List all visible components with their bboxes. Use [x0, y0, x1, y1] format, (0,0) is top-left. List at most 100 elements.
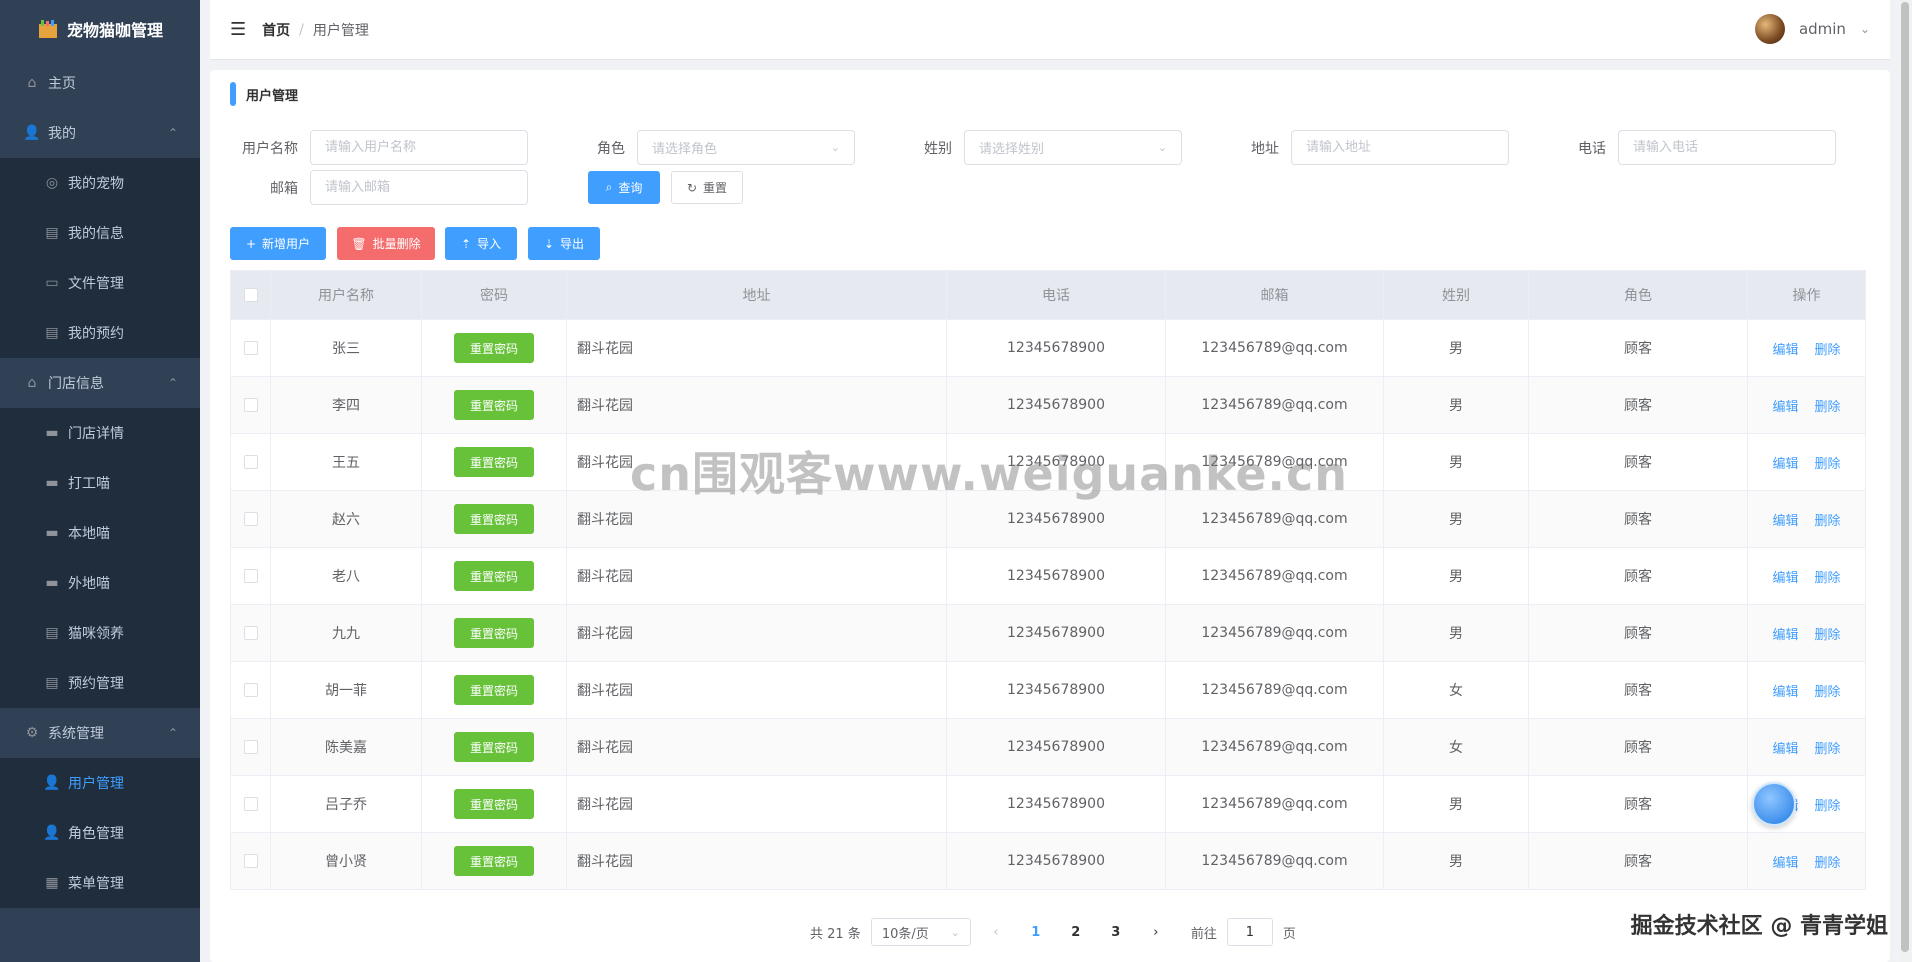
reset-password-button[interactable]: 重置密码	[454, 732, 534, 762]
delete-link[interactable]: 删除	[1815, 852, 1841, 871]
search-gender-select[interactable]: 请选择姓别 ⌄	[964, 130, 1182, 165]
edit-link[interactable]: 编辑	[1772, 339, 1798, 358]
sidebar-item-7[interactable]: ▬ 门店详情	[0, 408, 200, 458]
row-select-cell[interactable]	[231, 719, 271, 775]
reset-password-button[interactable]: 重置密码	[454, 390, 534, 420]
sidebar-item-9[interactable]: ▬ 本地喵	[0, 508, 200, 558]
reset-password-button[interactable]: 重置密码	[454, 675, 534, 705]
header-select-all[interactable]	[231, 271, 271, 319]
import-button[interactable]: ⇡ 导入	[445, 227, 517, 260]
edit-link[interactable]: 编辑	[1772, 396, 1798, 415]
row-select-cell[interactable]	[231, 662, 271, 718]
batch-delete-button[interactable]: 🗑 批量删除	[337, 227, 435, 260]
sidebar-item-4[interactable]: ▭ 文件管理	[0, 258, 200, 308]
sidebar-item-14[interactable]: 👤 用户管理	[0, 758, 200, 808]
edit-link[interactable]: 编辑	[1772, 453, 1798, 472]
delete-link[interactable]: 删除	[1815, 510, 1841, 529]
chevron-down-icon[interactable]: ⌄	[1860, 22, 1870, 36]
username[interactable]: admin	[1799, 20, 1846, 38]
edit-link[interactable]: 编辑	[1772, 567, 1798, 586]
add-user-button[interactable]: + 新增用户	[230, 227, 326, 260]
page-scrollbar-thumb[interactable]	[1901, 2, 1909, 952]
app-logo[interactable]: 宠物猫咖管理	[0, 0, 200, 58]
delete-link[interactable]: 删除	[1815, 567, 1841, 586]
row-select-cell[interactable]	[231, 548, 271, 604]
floating-assistant-button[interactable]	[1752, 782, 1796, 826]
edit-link[interactable]: 编辑	[1772, 681, 1798, 700]
reset-password-button[interactable]: 重置密码	[454, 846, 534, 876]
page-number-3[interactable]: 3	[1101, 925, 1131, 940]
sidebar-item-5[interactable]: ▤ 我的预约	[0, 308, 200, 358]
row-select-cell[interactable]	[231, 434, 271, 490]
reset-password-button[interactable]: 重置密码	[454, 561, 534, 591]
table-row: 曾小贤 重置密码 翻斗花园 12345678900 123456789@qq.com 男顾…	[231, 832, 1865, 889]
row-select-cell[interactable]	[231, 833, 271, 889]
page-number-2[interactable]: 2	[1061, 925, 1091, 940]
search-phone-input[interactable]	[1618, 130, 1836, 165]
delete-link[interactable]: 删除	[1815, 738, 1841, 757]
sidebar-item-10[interactable]: ▬ 外地喵	[0, 558, 200, 608]
hamburger-icon[interactable]: ☰	[230, 19, 246, 40]
edit-link[interactable]: 编辑	[1772, 510, 1798, 529]
search-address-input[interactable]	[1291, 130, 1509, 165]
sidebar-item-2[interactable]: ◎ 我的宠物	[0, 158, 200, 208]
edit-link[interactable]: 编辑	[1772, 852, 1798, 871]
reset-password-button[interactable]: 重置密码	[454, 333, 534, 363]
row-checkbox[interactable]	[243, 854, 258, 868]
reset-button[interactable]: ↻ 重置	[671, 171, 743, 204]
search-username-input[interactable]	[310, 130, 528, 165]
page-size-select[interactable]: 10条/页 ⌄	[870, 918, 971, 946]
page-scrollbar[interactable]	[1900, 0, 1910, 962]
goto-page-input[interactable]: 1	[1226, 918, 1273, 946]
page-number-1[interactable]: 1	[1021, 925, 1051, 940]
row-select-cell[interactable]	[231, 605, 271, 661]
row-checkbox[interactable]	[243, 797, 258, 811]
breadcrumb-home[interactable]: 首页	[262, 20, 290, 40]
export-button[interactable]: ⇣ 导出	[528, 227, 600, 260]
delete-link[interactable]: 删除	[1815, 453, 1841, 472]
query-button[interactable]: ⌕ 查询	[588, 171, 660, 204]
delete-link[interactable]: 删除	[1815, 681, 1841, 700]
row-select-cell[interactable]	[231, 776, 271, 832]
row-checkbox[interactable]	[243, 740, 258, 754]
cell-actions: 编辑删除	[1748, 377, 1865, 433]
sidebar-item-1[interactable]: 👤 我的 ⌃	[0, 108, 200, 158]
delete-link[interactable]: 删除	[1815, 795, 1841, 814]
delete-link[interactable]: 删除	[1815, 396, 1841, 415]
sidebar-item-11[interactable]: ▤ 猫咪领养	[0, 608, 200, 658]
avatar[interactable]	[1754, 14, 1785, 44]
row-checkbox[interactable]	[243, 626, 258, 640]
search-email-input[interactable]	[310, 170, 528, 205]
user-dropdown[interactable]: admin ⌄	[1754, 14, 1870, 44]
reset-password-button[interactable]: 重置密码	[454, 618, 534, 648]
sidebar-item-12[interactable]: ▤ 预约管理	[0, 658, 200, 708]
sidebar-item-6[interactable]: ⌂ 门店信息 ⌃	[0, 358, 200, 408]
row-checkbox[interactable]	[243, 398, 258, 412]
sidebar-item-8[interactable]: ▬ 打工喵	[0, 458, 200, 508]
row-checkbox[interactable]	[243, 341, 258, 355]
row-select-cell[interactable]	[231, 377, 271, 433]
reset-password-button[interactable]: 重置密码	[454, 789, 534, 819]
sidebar-item-15[interactable]: 👤 角色管理	[0, 808, 200, 858]
row-select-cell[interactable]	[231, 320, 271, 376]
row-checkbox[interactable]	[243, 512, 258, 526]
row-checkbox[interactable]	[243, 683, 258, 697]
sidebar-item-13[interactable]: ⚙ 系统管理 ⌃	[0, 708, 200, 758]
delete-link[interactable]: 删除	[1815, 624, 1841, 643]
sidebar-item-16[interactable]: ▦ 菜单管理	[0, 858, 200, 908]
row-checkbox[interactable]	[243, 569, 258, 583]
edit-link[interactable]: 编辑	[1772, 738, 1798, 757]
sidebar-item-3[interactable]: ▤ 我的信息	[0, 208, 200, 258]
reset-password-button[interactable]: 重置密码	[454, 504, 534, 534]
search-role-select[interactable]: 请选择角色 ⌄	[637, 130, 855, 165]
sidebar-item-0[interactable]: ⌂ 主页	[0, 58, 200, 108]
delete-link[interactable]: 删除	[1815, 339, 1841, 358]
row-select-cell[interactable]	[231, 491, 271, 547]
reset-password-button[interactable]: 重置密码	[454, 447, 534, 477]
edit-link[interactable]: 编辑	[1772, 624, 1798, 643]
prev-page-icon[interactable]: ‹	[981, 925, 1011, 940]
row-checkbox[interactable]	[243, 455, 258, 469]
cell-phone: 12345678900	[947, 833, 1166, 889]
next-page-icon[interactable]: ›	[1141, 925, 1171, 940]
select-all-checkbox[interactable]	[243, 288, 258, 302]
